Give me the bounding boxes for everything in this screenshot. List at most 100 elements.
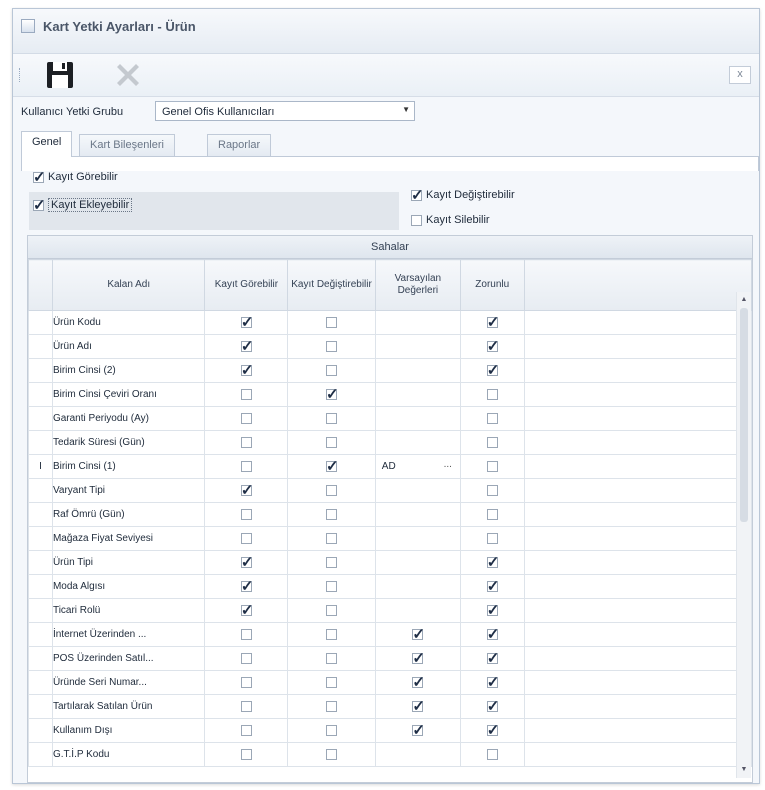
required-checkbox[interactable] bbox=[486, 484, 498, 496]
default-checkbox[interactable] bbox=[412, 673, 425, 691]
field-name-cell[interactable]: Birim Cinsi (1) bbox=[51, 454, 206, 479]
edit-checkbox[interactable] bbox=[326, 508, 338, 520]
field-name-cell[interactable]: Tartılarak Satılan Ürün bbox=[51, 694, 206, 719]
edit-cell[interactable] bbox=[287, 574, 376, 599]
col-required[interactable]: Zorunlu bbox=[459, 259, 525, 311]
edit-cell[interactable] bbox=[287, 646, 376, 671]
view-cell[interactable] bbox=[204, 454, 289, 479]
field-name-cell[interactable]: Birim Cinsi (2) bbox=[51, 358, 206, 383]
table-row[interactable]: Üründe Seri Numar... bbox=[28, 670, 753, 695]
required-checkbox[interactable] bbox=[486, 361, 499, 379]
field-name-cell[interactable]: Birim Cinsi Çeviri Oranı bbox=[51, 382, 206, 407]
row-indicator[interactable] bbox=[28, 550, 53, 575]
required-cell[interactable] bbox=[459, 694, 525, 719]
required-checkbox[interactable] bbox=[486, 649, 499, 667]
scroll-thumb[interactable] bbox=[740, 308, 748, 522]
default-cell[interactable] bbox=[374, 406, 461, 431]
default-cell[interactable] bbox=[374, 646, 461, 671]
edit-checkbox[interactable] bbox=[326, 580, 338, 592]
view-cell[interactable] bbox=[204, 502, 289, 527]
default-cell[interactable] bbox=[374, 742, 461, 767]
default-checkbox[interactable] bbox=[412, 697, 425, 715]
view-cell[interactable] bbox=[204, 718, 289, 743]
edit-checkbox[interactable] bbox=[326, 556, 338, 568]
edit-cell[interactable] bbox=[287, 502, 376, 527]
view-cell[interactable] bbox=[204, 574, 289, 599]
edit-checkbox[interactable] bbox=[326, 457, 339, 475]
default-cell[interactable] bbox=[374, 430, 461, 455]
field-name-cell[interactable]: Ürün Adı bbox=[51, 334, 206, 359]
required-cell[interactable] bbox=[459, 430, 525, 455]
view-checkbox[interactable] bbox=[240, 577, 253, 595]
view-checkbox[interactable] bbox=[240, 724, 252, 736]
edit-checkbox[interactable] bbox=[326, 436, 338, 448]
field-name-cell[interactable]: Moda Algısı bbox=[51, 574, 206, 599]
row-indicator[interactable] bbox=[28, 598, 53, 623]
default-cell[interactable] bbox=[374, 670, 461, 695]
required-checkbox[interactable] bbox=[486, 748, 498, 760]
view-cell[interactable] bbox=[204, 694, 289, 719]
table-row[interactable]: Ürün Kodu bbox=[28, 310, 753, 335]
field-name-cell[interactable]: Ticari Rolü bbox=[51, 598, 206, 623]
scroll-down-icon[interactable]: ▼ bbox=[737, 764, 751, 776]
required-checkbox[interactable] bbox=[486, 436, 498, 448]
edit-checkbox[interactable] bbox=[326, 316, 338, 328]
table-row[interactable]: Kullanım Dışı bbox=[28, 718, 753, 743]
col-field-name[interactable]: Kalan Adı bbox=[51, 259, 206, 311]
delete-button[interactable] bbox=[111, 58, 145, 92]
delete-checkbox[interactable] bbox=[411, 214, 422, 226]
view-cell[interactable] bbox=[204, 670, 289, 695]
user-group-select[interactable]: Genel Ofis Kullanıcıları ▼ bbox=[155, 101, 415, 121]
default-cell[interactable] bbox=[374, 526, 461, 551]
view-checkbox[interactable] bbox=[240, 676, 252, 688]
required-cell[interactable] bbox=[459, 670, 525, 695]
required-cell[interactable] bbox=[459, 550, 525, 575]
required-cell[interactable] bbox=[459, 646, 525, 671]
row-indicator[interactable] bbox=[28, 526, 53, 551]
view-checkbox[interactable] bbox=[240, 601, 253, 619]
col-edit[interactable]: Kayıt Değiştirebilir bbox=[287, 259, 376, 311]
required-cell[interactable] bbox=[459, 310, 525, 335]
tab-general[interactable]: Genel bbox=[21, 131, 73, 157]
row-indicator[interactable] bbox=[28, 310, 53, 335]
required-cell[interactable] bbox=[459, 622, 525, 647]
table-row[interactable]: G.T.İ.P Kodu bbox=[28, 742, 753, 767]
field-name-cell[interactable]: Üründe Seri Numar... bbox=[51, 670, 206, 695]
edit-cell[interactable] bbox=[287, 622, 376, 647]
row-indicator[interactable] bbox=[28, 406, 53, 431]
view-cell[interactable] bbox=[204, 310, 289, 335]
table-row[interactable]: Moda Algısı bbox=[28, 574, 753, 599]
view-cell[interactable] bbox=[204, 430, 289, 455]
required-checkbox[interactable] bbox=[486, 412, 498, 424]
required-cell[interactable] bbox=[459, 358, 525, 383]
table-row[interactable]: Varyant Tipi bbox=[28, 478, 753, 503]
view-checkbox[interactable] bbox=[240, 481, 253, 499]
edit-cell[interactable] bbox=[287, 454, 376, 479]
edit-cell[interactable] bbox=[287, 334, 376, 359]
view-checkbox[interactable] bbox=[240, 748, 252, 760]
chevron-down-icon[interactable]: ▼ bbox=[402, 105, 410, 114]
default-checkbox[interactable] bbox=[412, 649, 425, 667]
row-indicator[interactable] bbox=[28, 502, 53, 527]
default-cell[interactable] bbox=[374, 358, 461, 383]
view-checkbox[interactable] bbox=[240, 700, 252, 712]
field-name-cell[interactable]: Mağaza Fiyat Seviyesi bbox=[51, 526, 206, 551]
row-indicator[interactable] bbox=[28, 718, 53, 743]
table-row[interactable]: Ürün Adı bbox=[28, 334, 753, 359]
default-cell[interactable]: AD... bbox=[374, 454, 461, 479]
view-cell[interactable] bbox=[204, 598, 289, 623]
table-row[interactable]: Raf Ömrü (Gün) bbox=[28, 502, 753, 527]
edit-checkbox[interactable] bbox=[326, 484, 338, 496]
table-row[interactable]: Tedarik Süresi (Gün) bbox=[28, 430, 753, 455]
view-cell[interactable] bbox=[204, 526, 289, 551]
table-row[interactable]: Tartılarak Satılan Ürün bbox=[28, 694, 753, 719]
view-checkbox[interactable] bbox=[240, 553, 253, 571]
row-indicator[interactable] bbox=[28, 574, 53, 599]
default-cell[interactable] bbox=[374, 550, 461, 575]
required-cell[interactable] bbox=[459, 478, 525, 503]
field-name-cell[interactable]: Varyant Tipi bbox=[51, 478, 206, 503]
required-checkbox[interactable] bbox=[486, 337, 499, 355]
edit-checkbox[interactable] bbox=[326, 364, 338, 376]
field-name-cell[interactable]: Garanti Periyodu (Ay) bbox=[51, 406, 206, 431]
required-cell[interactable] bbox=[459, 334, 525, 359]
